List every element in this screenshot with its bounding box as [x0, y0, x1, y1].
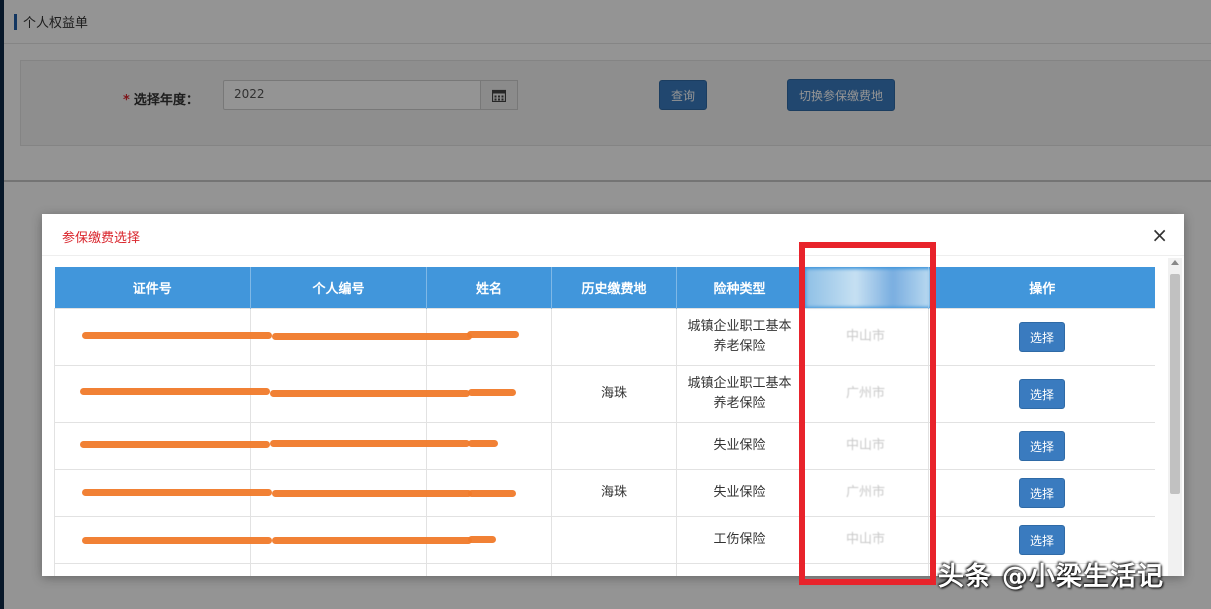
- location-select-modal: 参保缴费选择 × 证件号 个人编号 姓名 历史缴费地 险种类型 操作 城镇企业职…: [42, 214, 1184, 576]
- redaction-mark: [468, 389, 516, 396]
- modal-title: 参保缴费选择: [62, 231, 141, 246]
- insurance-table: 证件号 个人编号 姓名 历史缴费地 险种类型 操作 城镇企业职工基本养老保险 中…: [54, 267, 1155, 576]
- scrollbar-thumb[interactable]: [1170, 274, 1180, 494]
- close-icon[interactable]: ×: [1151, 225, 1168, 245]
- insurance-type-cell: 工伤保险: [676, 515, 803, 564]
- col-name: 姓名: [426, 267, 552, 308]
- insurance-type-cell: 失业保险: [676, 421, 803, 470]
- insurance-type-cell: 城镇企业职工基本养老保险: [676, 364, 803, 423]
- redaction-mark: [467, 331, 519, 338]
- redaction-mark: [82, 537, 272, 544]
- select-button[interactable]: 选择: [1019, 378, 1065, 409]
- scroll-up-icon[interactable]: [1171, 260, 1179, 265]
- redaction-mark: [272, 537, 472, 544]
- highlight-annotation-box: [799, 242, 936, 585]
- redaction-mark: [80, 388, 270, 395]
- redaction-mark: [270, 440, 470, 447]
- redaction-mark: [272, 490, 472, 497]
- table-header-row: 证件号 个人编号 姓名 历史缴费地 险种类型 操作: [54, 267, 1155, 308]
- redaction-mark: [82, 489, 272, 496]
- redaction-mark: [468, 490, 516, 497]
- modal-header: 参保缴费选择 ×: [42, 214, 1184, 256]
- action-cell: 选择: [928, 468, 1155, 517]
- col-id-number: 证件号: [54, 267, 251, 308]
- modal-scrollbar[interactable]: [1168, 258, 1182, 576]
- col-personal-number: 个人编号: [250, 267, 427, 308]
- action-cell: 选择: [928, 421, 1155, 470]
- history-place-cell: 海珠: [551, 364, 677, 423]
- insurance-type-cell: 城镇企业职工基本养老保险: [676, 307, 803, 366]
- col-action: 操作: [928, 267, 1155, 308]
- redaction-mark: [468, 440, 498, 447]
- col-insurance-type: 险种类型: [676, 267, 803, 308]
- select-button[interactable]: 选择: [1019, 524, 1065, 555]
- redaction-mark: [468, 536, 496, 543]
- history-place-cell: 海珠: [551, 468, 677, 517]
- action-cell: 选择: [928, 307, 1155, 366]
- watermark: 头条 @小梁生活记: [938, 562, 1165, 592]
- select-button[interactable]: 选择: [1019, 477, 1065, 508]
- history-place-cell: [551, 307, 677, 366]
- redaction-mark: [272, 333, 472, 340]
- insurance-type-cell: 失业保险: [676, 468, 803, 517]
- history-place-cell: [551, 421, 677, 470]
- history-place-cell: [551, 515, 677, 564]
- redaction-mark: [82, 332, 272, 339]
- redaction-mark: [80, 441, 270, 448]
- select-button[interactable]: 选择: [1019, 321, 1065, 352]
- insurance-table-wrap: 证件号 个人编号 姓名 历史缴费地 险种类型 操作 城镇企业职工基本养老保险 中…: [54, 267, 1155, 576]
- col-history-place: 历史缴费地: [551, 267, 677, 308]
- redaction-mark: [270, 390, 470, 397]
- action-cell: 选择: [928, 364, 1155, 423]
- select-button[interactable]: 选择: [1019, 430, 1065, 461]
